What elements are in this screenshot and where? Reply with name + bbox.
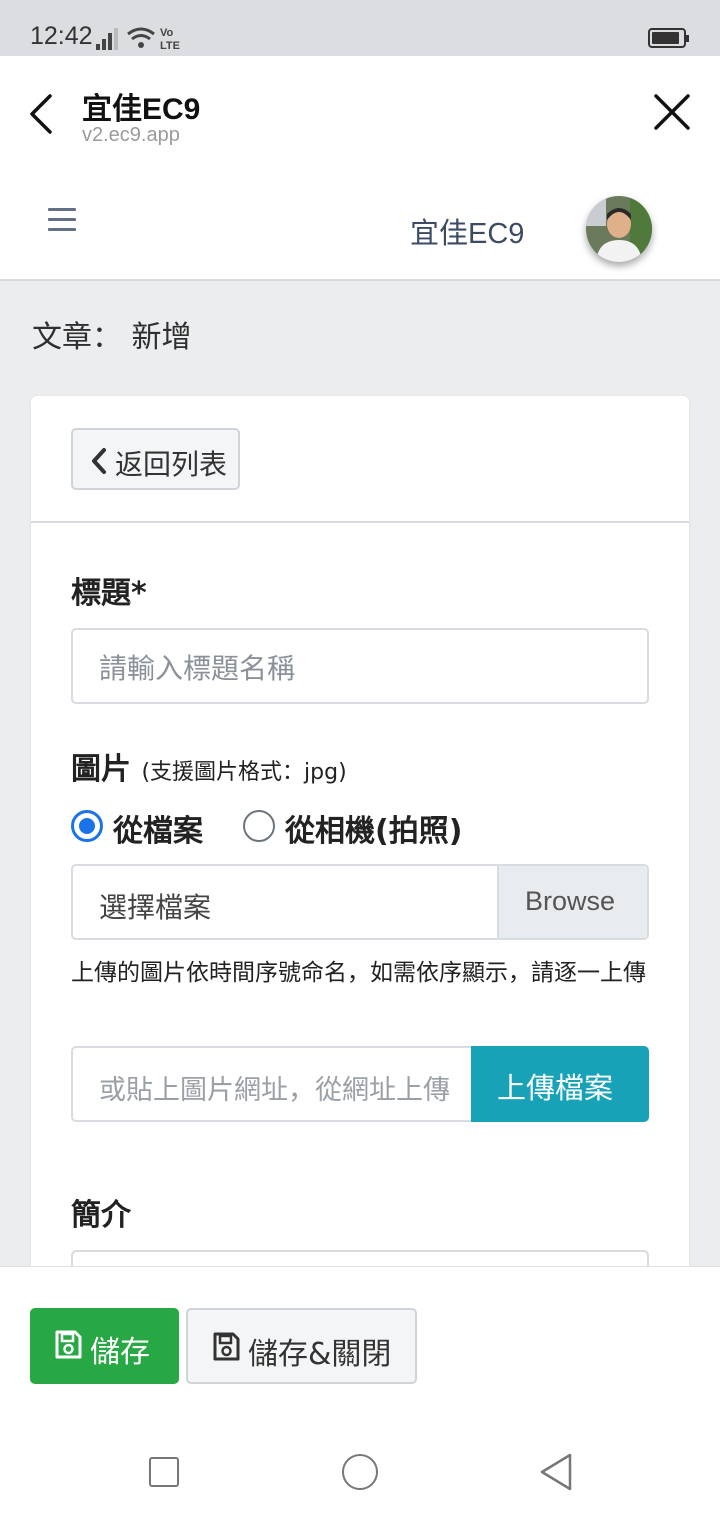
browse-label: Browse: [525, 886, 616, 916]
svg-text:Vo: Vo: [160, 27, 174, 39]
image-label-row: 圖片 (支援圖片格式：jpg): [71, 744, 347, 788]
summary-label: 簡介: [71, 1198, 131, 1233]
title-label: 標題*: [71, 576, 147, 611]
radio-from-camera[interactable]: [243, 810, 275, 842]
status-bar: 12:42 Vo LTE: [0, 0, 720, 56]
save-button[interactable]: 儲存: [30, 1308, 179, 1384]
form-card: 返回列表 標題* 請輸入標題名稱 圖片 (支援圖片格式：jpg) 從檔案 從相機…: [31, 396, 689, 1296]
title-placeholder: 請輸入標題名稱: [99, 652, 296, 685]
upload-file-label: 上傳檔案: [497, 1071, 614, 1105]
battery-icon: [648, 28, 689, 48]
image-format-hint: (支援圖片格式：jpg): [141, 760, 347, 785]
card-header: 返回列表: [31, 396, 689, 523]
title-input[interactable]: 請輸入標題名稱: [71, 628, 649, 704]
radio-from-file-label[interactable]: 從檔案: [113, 806, 203, 850]
close-icon[interactable]: [652, 92, 692, 132]
image-label: 圖片: [71, 752, 131, 787]
upload-help-text: 上傳的圖片依時間序號命名，如需依序顯示，請逐一上傳: [71, 960, 646, 986]
chevron-left-icon: [92, 448, 106, 474]
page-title: 文章： 新增: [32, 320, 192, 355]
save-label: 儲存: [90, 1335, 150, 1370]
status-time: 12:42: [30, 22, 93, 50]
avatar[interactable]: [586, 196, 652, 262]
radio-from-file[interactable]: [71, 810, 103, 842]
save-and-close-label: 儲存&關閉: [248, 1337, 392, 1372]
save-and-close-button[interactable]: 儲存&關閉: [186, 1308, 417, 1384]
svg-text:LTE: LTE: [160, 40, 180, 52]
browse-button[interactable]: Browse: [497, 866, 647, 938]
radio-from-camera-label[interactable]: 從相機(拍照): [285, 806, 462, 850]
browser-url: v2.ec9.app: [82, 124, 180, 146]
nav-back-icon[interactable]: [538, 1452, 574, 1492]
back-arrow-icon[interactable]: [28, 94, 56, 134]
file-input[interactable]: 選擇檔案 Browse: [71, 864, 649, 940]
battery-level: [652, 32, 679, 44]
file-placeholder: 選擇檔案: [99, 891, 212, 924]
back-to-list-button[interactable]: 返回列表: [71, 428, 240, 490]
floppy-disk-icon: [213, 1332, 240, 1361]
recent-apps-icon[interactable]: [149, 1457, 179, 1487]
app-brand: 宜佳EC9: [410, 218, 525, 250]
signal-wifi-icons: Vo LTE: [96, 27, 180, 52]
hamburger-menu-icon[interactable]: [48, 208, 76, 236]
image-url-placeholder: 或貼上圖片網址，從網址上傳: [99, 1075, 450, 1106]
floppy-disk-icon: [55, 1330, 82, 1359]
back-to-list-label: 返回列表: [115, 448, 228, 481]
upload-file-button[interactable]: 上傳檔案: [471, 1046, 649, 1122]
home-icon[interactable]: [342, 1454, 378, 1490]
browser-title: 宜佳EC9: [82, 93, 201, 126]
image-url-input[interactable]: 或貼上圖片網址，從網址上傳: [71, 1046, 473, 1122]
